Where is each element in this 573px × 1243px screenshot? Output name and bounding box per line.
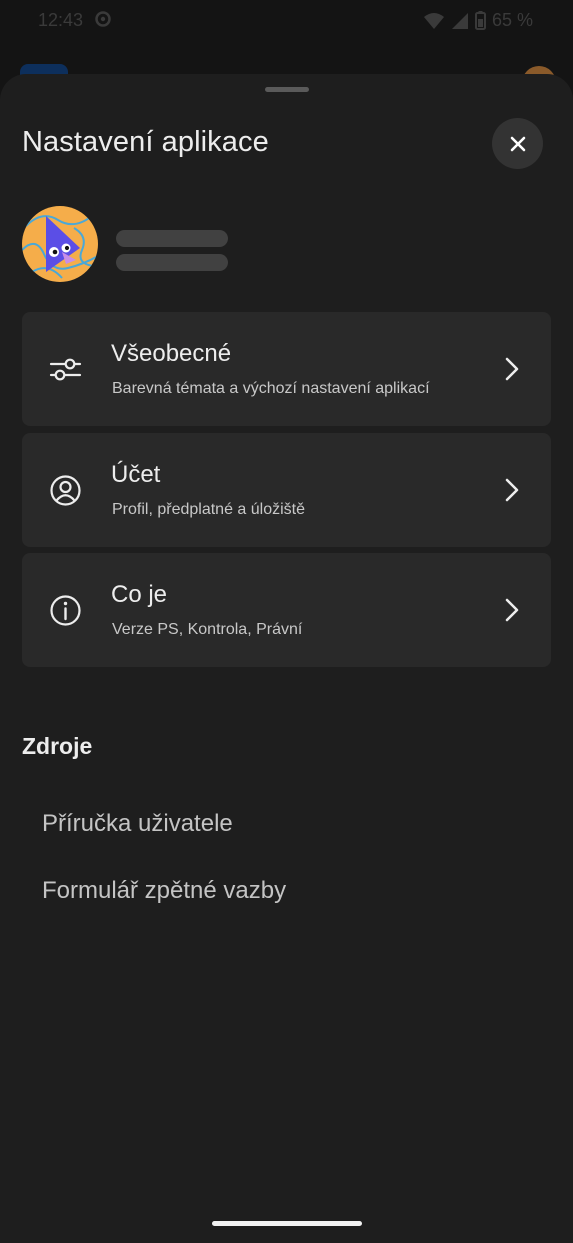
status-bar: 12:43 65 %	[0, 0, 573, 42]
settings-item-account[interactable]: Účet Profil, předplatné a úložiště	[22, 433, 551, 547]
resources-heading: Zdroje	[22, 733, 93, 759]
settings-item-subtitle: Profil, předplatné a úložiště	[112, 501, 305, 518]
wifi-icon	[423, 12, 444, 29]
settings-item-title: Co je	[111, 581, 168, 608]
sliders-icon	[49, 358, 82, 381]
settings-item-title: Účet	[111, 461, 161, 488]
settings-item-about[interactable]: Co je Verze PS, Kontrola, Právní	[22, 553, 551, 667]
drag-handle[interactable]	[265, 87, 309, 92]
screen: 12:43 65 % Nastavení aplikace Všeobecné …	[0, 0, 573, 1243]
settings-item-general[interactable]: Všeobecné Barevná témata a výchozí nasta…	[22, 312, 551, 426]
avatar-character-icon	[22, 206, 98, 282]
info-icon	[50, 595, 81, 626]
settings-item-subtitle: Verze PS, Kontrola, Právní	[112, 621, 303, 638]
settings-gear-icon	[95, 11, 111, 27]
close-button[interactable]	[492, 118, 543, 169]
profile-name-redacted	[116, 230, 228, 247]
account-circle-icon	[50, 475, 81, 506]
page-title: Nastavení aplikace	[22, 126, 269, 158]
status-icons: 65 %	[423, 10, 533, 31]
chevron-right-icon	[505, 598, 519, 622]
battery-percentage: 65 %	[491, 10, 533, 30]
battery-icon	[474, 11, 486, 30]
settings-item-subtitle: Barevná témata a výchozí nastavení aplik…	[112, 380, 430, 397]
profile-email-redacted	[116, 254, 228, 271]
settings-sheet: Nastavení aplikace Všeobecné Barevná tém…	[0, 74, 573, 1243]
avatar[interactable]	[22, 206, 98, 282]
close-icon	[510, 136, 525, 151]
chevron-right-icon	[505, 357, 519, 381]
home-indicator[interactable]	[212, 1221, 362, 1226]
chevron-right-icon	[505, 478, 519, 502]
user-guide-link[interactable]: Příručka uživatele	[42, 810, 233, 838]
status-time: 12:43	[38, 10, 84, 30]
settings-item-title: Všeobecné	[111, 340, 232, 367]
cell-signal-icon	[451, 12, 468, 29]
feedback-form-link[interactable]: Formulář zpětné vazby	[42, 877, 286, 905]
